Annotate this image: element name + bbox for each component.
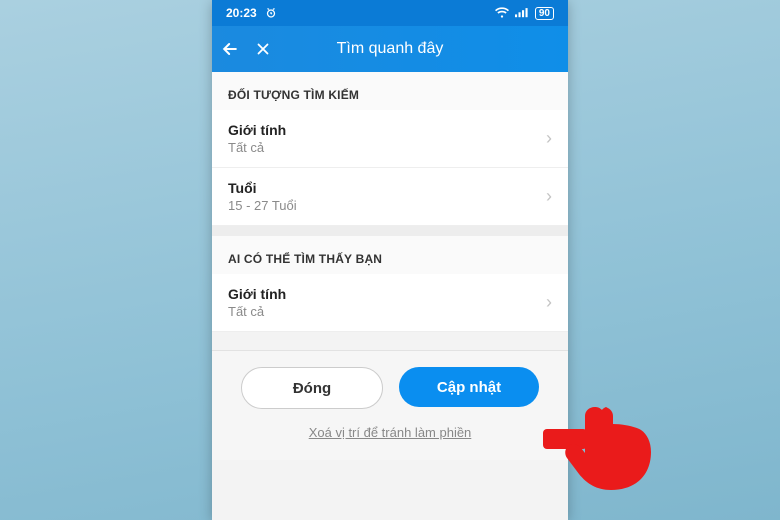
back-button[interactable] (220, 39, 254, 59)
row-gender[interactable]: Giới tính Tất cả › (212, 110, 568, 168)
app-bar: Tìm quanh đây (212, 26, 568, 72)
chevron-right-icon: › (546, 292, 552, 313)
app-bar-title: Tìm quanh đây (288, 40, 492, 58)
battery-icon: 90 (535, 7, 554, 20)
clear-location-link[interactable]: Xoá vị trí để tránh làm phiền (226, 425, 554, 440)
age-value: 15 - 27 Tuổi (228, 198, 297, 213)
phone-frame: 20:23 90 (212, 0, 568, 520)
close-dialog-button[interactable]: Đóng (241, 367, 383, 409)
status-bar: 20:23 90 (212, 0, 568, 26)
close-button[interactable] (254, 40, 288, 58)
row-visibility-gender[interactable]: Giới tính Tất cả › (212, 274, 568, 332)
chevron-right-icon: › (546, 128, 552, 149)
section-divider (212, 226, 568, 236)
row-age[interactable]: Tuổi 15 - 27 Tuổi › (212, 168, 568, 226)
wifi-icon (495, 7, 509, 19)
update-button[interactable]: Cập nhật (399, 367, 539, 407)
gender-label: Giới tính (228, 122, 286, 138)
chevron-right-icon: › (546, 186, 552, 207)
status-time: 20:23 (226, 6, 257, 20)
gender-value: Tất cả (228, 140, 286, 155)
vis-gender-label: Giới tính (228, 286, 286, 302)
section-header-search-target: ĐỐI TƯỢNG TÌM KIẾM (212, 72, 568, 110)
vis-gender-value: Tất cả (228, 304, 286, 319)
footer: Đóng Cập nhật Xoá vị trí để tránh làm ph… (212, 350, 568, 460)
signal-icon (515, 7, 529, 19)
alarm-icon (265, 7, 277, 19)
section-header-visibility: AI CÓ THỂ TÌM THẤY BẠN (212, 236, 568, 274)
age-label: Tuổi (228, 180, 297, 196)
